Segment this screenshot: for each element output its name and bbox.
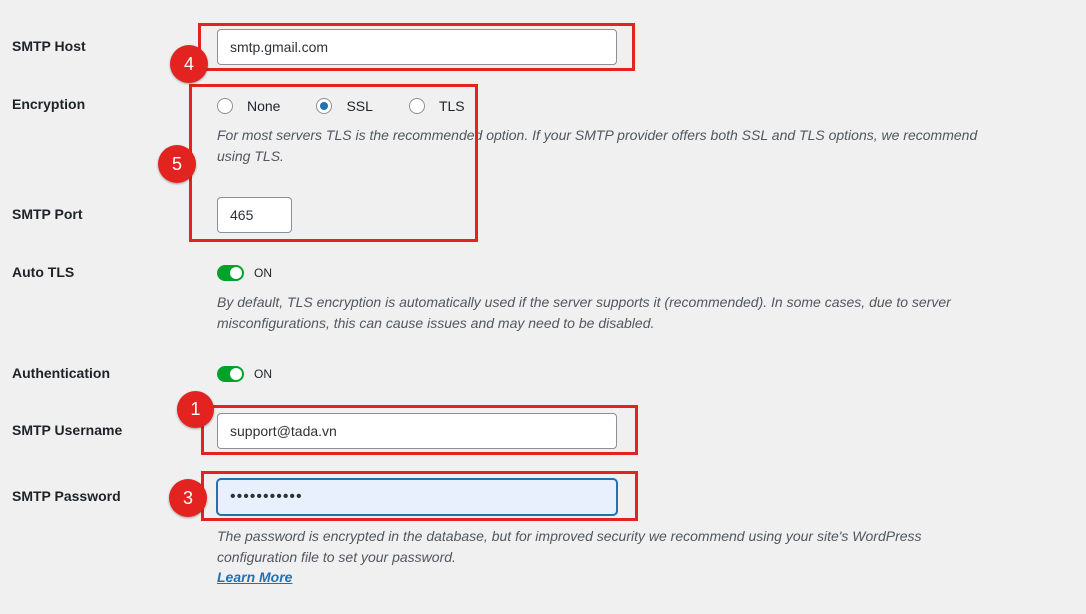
annotation-box-password: [201, 471, 638, 521]
annotation-badge-4: 4: [170, 45, 208, 83]
auto-tls-description: By default, TLS encryption is automatica…: [217, 292, 951, 334]
smtp-password-description: The password is encrypted in the databas…: [217, 526, 922, 568]
annotation-badge-1: 1: [177, 391, 214, 428]
authentication-state: ON: [254, 367, 272, 381]
learn-more-link[interactable]: Learn More: [217, 569, 292, 585]
auto-tls-toggle[interactable]: [217, 265, 244, 281]
smtp-password-description-line1: The password is encrypted in the databas…: [217, 528, 922, 544]
annotation-badge-5: 5: [158, 145, 196, 183]
smtp-port-label: SMTP Port: [12, 206, 83, 222]
annotation-badge-3: 3: [169, 479, 207, 517]
auto-tls-label: Auto TLS: [12, 264, 75, 280]
auto-tls-state: ON: [254, 266, 272, 280]
auto-tls-description-line2: misconfigurations, this can cause issues…: [217, 315, 655, 331]
smtp-password-label: SMTP Password: [12, 488, 121, 504]
authentication-toggle[interactable]: [217, 366, 244, 382]
annotation-box-username: [201, 405, 638, 455]
auto-tls-description-line1: By default, TLS encryption is automatica…: [217, 294, 951, 310]
auto-tls-toggle-wrap[interactable]: ON: [217, 265, 272, 281]
smtp-username-label: SMTP Username: [12, 422, 123, 438]
annotation-box-host: [198, 23, 635, 71]
authentication-toggle-wrap[interactable]: ON: [217, 366, 272, 382]
authentication-label: Authentication: [12, 365, 110, 381]
smtp-host-label: SMTP Host: [12, 38, 86, 54]
smtp-password-description-line2: configuration file to set your password.: [217, 549, 456, 565]
annotation-box-encryption: [189, 84, 478, 242]
encryption-label: Encryption: [12, 96, 86, 112]
